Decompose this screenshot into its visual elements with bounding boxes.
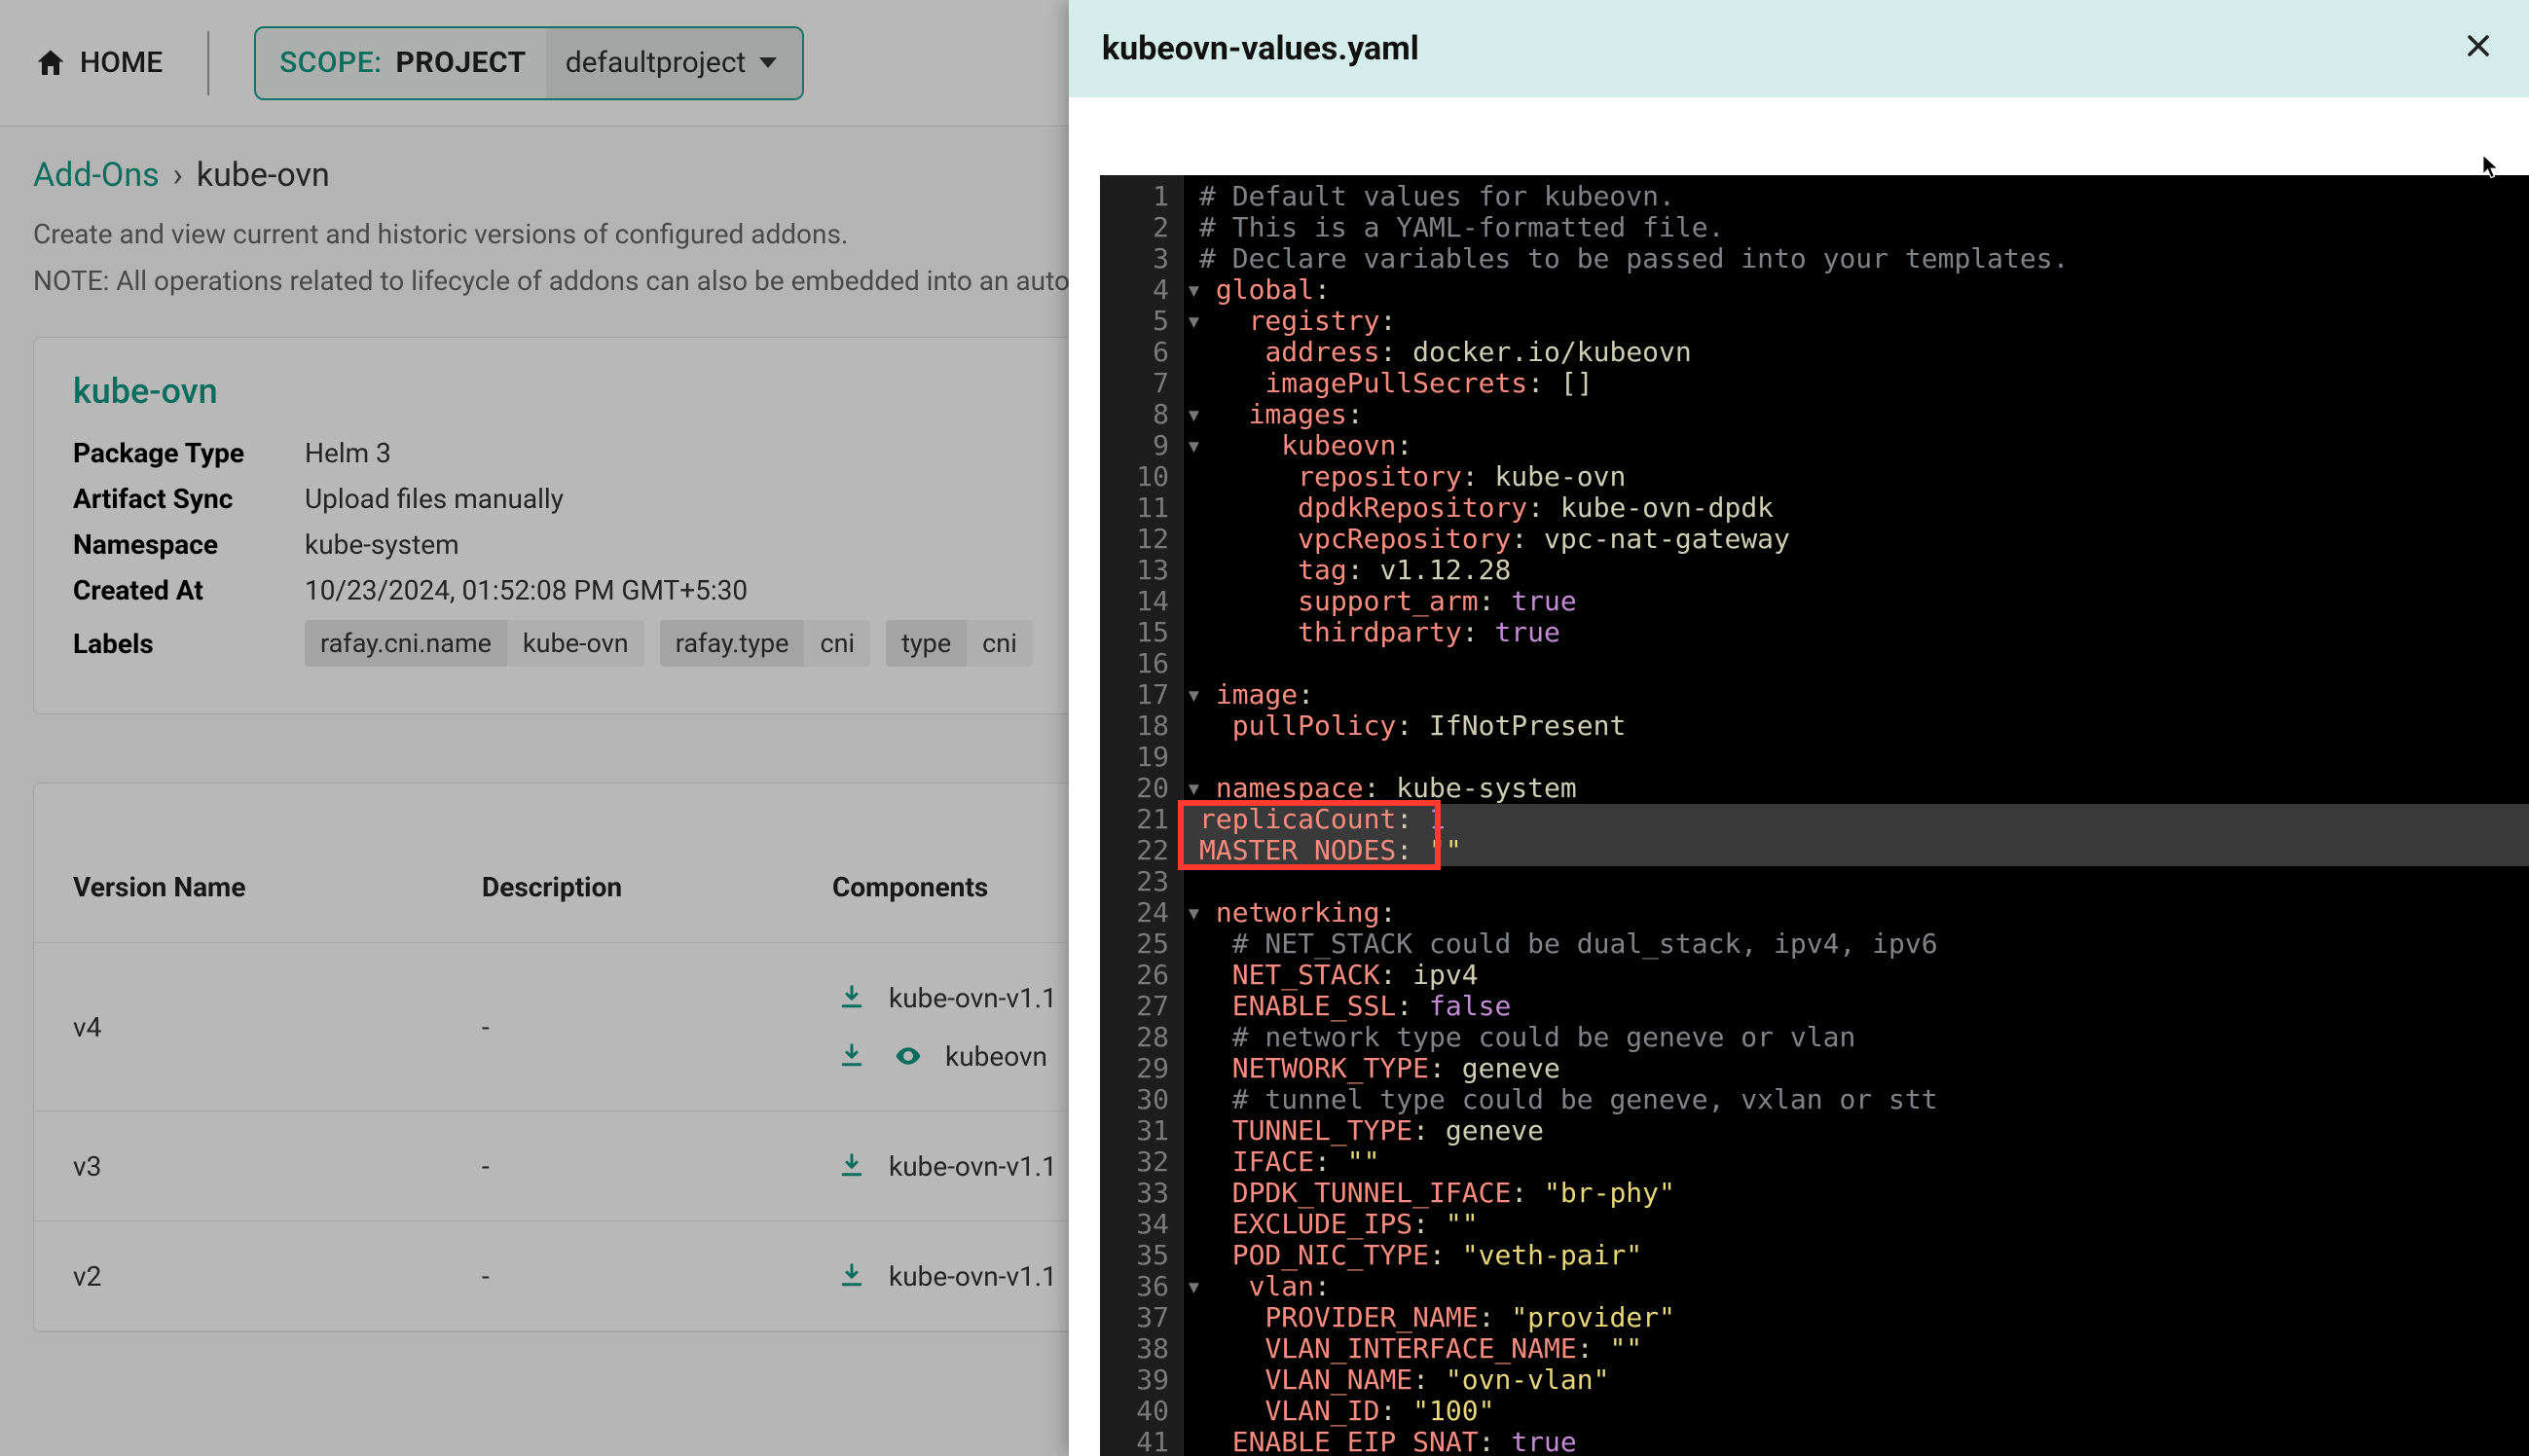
code-line[interactable]: dpdkRepository: kube-ovn-dpdk xyxy=(1199,492,2529,524)
code-line[interactable]: repository: kube-ovn xyxy=(1199,461,2529,492)
code-line[interactable]: address: docker.io/kubeovn xyxy=(1199,337,2529,368)
code-line[interactable]: tag: v1.12.28 xyxy=(1199,555,2529,586)
code-line[interactable]: # tunnel type could be geneve, vxlan or … xyxy=(1199,1084,2529,1115)
code-line[interactable]: TUNNEL_TYPE: geneve xyxy=(1199,1115,2529,1147)
code-line[interactable]: # NET_STACK could be dual_stack, ipv4, i… xyxy=(1199,928,2529,960)
fold-icon[interactable]: ▾ xyxy=(1186,429,1202,461)
code-line[interactable] xyxy=(1199,866,2529,897)
code-line[interactable]: pullPolicy: IfNotPresent xyxy=(1199,710,2529,742)
fold-icon[interactable]: ▾ xyxy=(1186,1270,1202,1302)
code-line[interactable]: ▾image: xyxy=(1199,679,2529,710)
code-line[interactable]: imagePullSecrets: [] xyxy=(1199,368,2529,399)
close-button[interactable] xyxy=(2461,27,2496,70)
code-line[interactable]: ▾ images: xyxy=(1199,399,2529,430)
code-line[interactable]: support_arm: true xyxy=(1199,586,2529,617)
line-gutter: 1234567891011121314151617181920212223242… xyxy=(1100,175,1184,1456)
code-line[interactable]: VLAN_ID: "100" xyxy=(1199,1396,2529,1427)
code-line[interactable]: IFACE: "" xyxy=(1199,1147,2529,1178)
code-line[interactable]: # Default values for kubeovn. xyxy=(1199,181,2529,212)
code-line[interactable]: # Declare variables to be passed into yo… xyxy=(1199,243,2529,274)
code-line[interactable]: thirdparty: true xyxy=(1199,617,2529,648)
code-line[interactable]: ENABLE_SSL: false xyxy=(1199,991,2529,1022)
code-line[interactable]: vpcRepository: vpc-nat-gateway xyxy=(1199,524,2529,555)
highlight-box xyxy=(1178,800,1441,870)
code-line[interactable]: ▾ kubeovn: xyxy=(1199,430,2529,461)
code-line[interactable] xyxy=(1199,742,2529,773)
fold-icon[interactable]: ▾ xyxy=(1186,678,1202,710)
code-line[interactable]: VLAN_NAME: "ovn-vlan" xyxy=(1199,1365,2529,1396)
panel-title: kubeovn-values.yaml xyxy=(1102,29,1419,68)
code-line[interactable]: # network type could be geneve or vlan xyxy=(1199,1022,2529,1053)
cursor-icon xyxy=(2480,154,2502,181)
yaml-panel: kubeovn-values.yaml 12345678910111213141… xyxy=(1069,0,2529,1456)
code-line[interactable]: ▾ vlan: xyxy=(1199,1271,2529,1302)
code-line[interactable]: POD_NIC_TYPE: "veth-pair" xyxy=(1199,1240,2529,1271)
close-icon xyxy=(2461,28,2496,63)
code-line[interactable]: ▾ registry: xyxy=(1199,306,2529,337)
panel-header: kubeovn-values.yaml xyxy=(1069,0,2529,97)
code-line[interactable] xyxy=(1199,648,2529,679)
code-line[interactable]: NETWORK_TYPE: geneve xyxy=(1199,1053,2529,1084)
code-line[interactable]: # This is a YAML-formatted file. xyxy=(1199,212,2529,243)
code-line[interactable]: PROVIDER_NAME: "provider" xyxy=(1199,1302,2529,1333)
code-line[interactable]: EXCLUDE_IPS: "" xyxy=(1199,1209,2529,1240)
code-area[interactable]: # Default values for kubeovn.# This is a… xyxy=(1184,175,2529,1456)
fold-icon[interactable]: ▾ xyxy=(1186,896,1202,928)
code-line[interactable]: ENABLE_EIP_SNAT: true xyxy=(1199,1427,2529,1456)
code-line[interactable]: DPDK_TUNNEL_IFACE: "br-phy" xyxy=(1199,1178,2529,1209)
fold-icon[interactable]: ▾ xyxy=(1186,398,1202,430)
code-line[interactable]: NET_STACK: ipv4 xyxy=(1199,960,2529,991)
code-line[interactable]: ▾networking: xyxy=(1199,897,2529,928)
code-line[interactable]: ▾global: xyxy=(1199,274,2529,306)
fold-icon[interactable]: ▾ xyxy=(1186,273,1202,306)
code-line[interactable]: VLAN_INTERFACE_NAME: "" xyxy=(1199,1333,2529,1365)
fold-icon[interactable]: ▾ xyxy=(1186,305,1202,337)
code-editor[interactable]: 1234567891011121314151617181920212223242… xyxy=(1100,175,2529,1456)
